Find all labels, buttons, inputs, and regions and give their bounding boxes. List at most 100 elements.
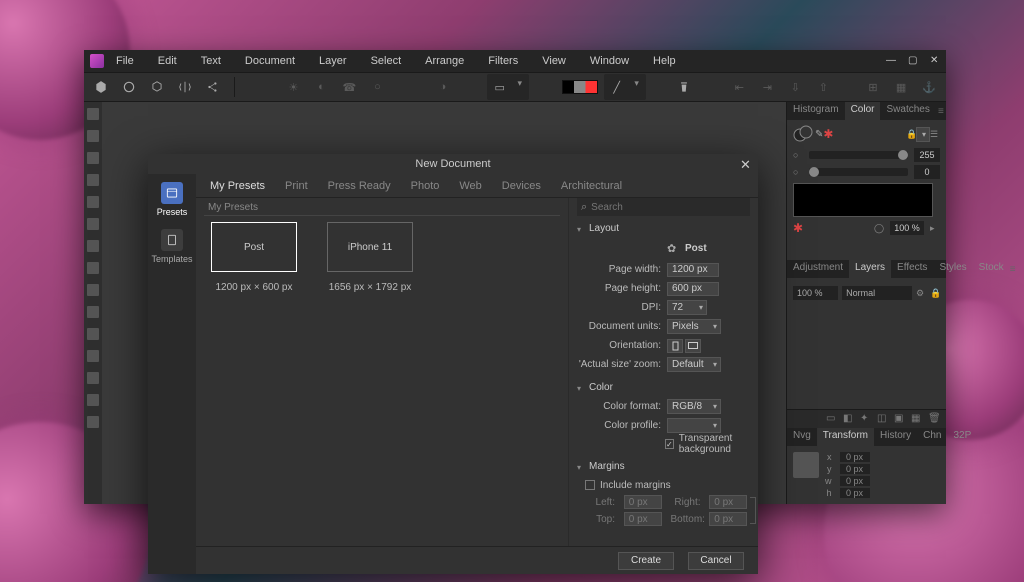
second-value[interactable]: 0 [914,165,940,179]
fg-bg-color-icon[interactable] [793,125,815,143]
zoom-select[interactable]: Default [667,357,721,372]
orientation-portrait-button[interactable] [667,339,683,353]
section-margins[interactable]: ▾Margins [577,458,750,475]
dialog-tab-devices[interactable]: Devices [492,176,551,196]
menu-text[interactable]: Text [201,55,221,67]
units-select[interactable]: Pixels [667,319,721,334]
dialog-tab-architectural[interactable]: Architectural [551,176,632,196]
second-slider[interactable] [809,168,908,176]
menu-document[interactable]: Document [245,55,295,67]
tool-icon[interactable] [87,196,99,208]
tab-adjustment[interactable]: Adjustment [787,260,849,278]
color-profile-select[interactable] [667,418,721,433]
close-button[interactable]: ✕ [930,56,940,66]
tab-history[interactable]: History [874,428,917,446]
toolbar-shape-dropdown[interactable]: ▭▾ [487,74,529,100]
dialog-tab-web[interactable]: Web [449,176,491,196]
group-icon[interactable]: ▣ [894,413,906,425]
adjust-icon[interactable]: ◧ [843,413,855,425]
toolbar-phone-icon[interactable]: ☎ [338,76,360,98]
tool-icon[interactable] [87,394,99,406]
tab-nav[interactable]: Nvg [787,428,817,446]
mask-icon[interactable]: ▭ [826,413,838,425]
persona-cube-icon[interactable] [146,76,168,98]
maximize-button[interactable]: ▢ [908,56,918,66]
tab-effects[interactable]: Effects [891,260,933,278]
menu-help[interactable]: Help [653,55,676,67]
lock-icon[interactable]: 🔒 [930,288,940,298]
tool-icon[interactable] [87,108,99,120]
percent-value[interactable]: 100 % [890,221,924,235]
dialog-title-bar[interactable]: New Document ✕ [148,154,758,174]
include-margins-checkbox[interactable] [585,480,595,490]
toolbar-grid-icon[interactable]: ▦ [890,76,912,98]
margin-top-input[interactable] [624,512,662,526]
trash-icon[interactable]: 🗑 [928,413,940,425]
layers-list[interactable] [787,304,946,409]
w-value[interactable]: 0 px [840,476,870,486]
dialog-tab-print[interactable]: Print [275,176,318,196]
tool-icon[interactable] [87,174,99,186]
cancel-button[interactable]: Cancel [688,552,744,570]
color-preview[interactable] [793,183,933,217]
toolbar-brush-dropdown[interactable]: ╱▾ [604,74,646,100]
link-margins-icon[interactable] [750,497,756,524]
toolbar-trash-icon[interactable] [673,76,695,98]
tab-color[interactable]: Color [845,102,881,120]
tool-icon[interactable] [87,306,99,318]
tool-icon[interactable] [87,130,99,142]
preset-card[interactable]: iPhone 111656 px × 1792 px [320,222,420,293]
search-field[interactable]: ⌕ [577,198,750,216]
menu-file[interactable]: File [116,55,134,67]
dialog-tab-photo[interactable]: Photo [401,176,450,196]
orientation-landscape-button[interactable] [685,339,701,353]
tab-histogram[interactable]: Histogram [787,102,845,120]
add-layer-icon[interactable]: ▦ [911,413,923,425]
toolbar-align-left-icon[interactable]: ⇤ [728,76,750,98]
minimize-button[interactable]: ― [886,56,896,66]
swatch-red-icon[interactable]: ✱ [823,127,833,141]
tab-swatches[interactable]: Swatches [880,102,935,120]
toolbar-snap-icon[interactable]: ⊞ [862,76,884,98]
panel-menu-icon[interactable]: ☰ [930,129,940,139]
noise-icon[interactable]: ◯ [874,223,884,233]
tab-chn[interactable]: Chn [917,428,947,446]
tool-icon[interactable] [87,350,99,362]
anchor-grid-icon[interactable] [793,452,819,478]
chevron-icon[interactable]: ▸ [930,223,940,233]
section-color[interactable]: ▾Color [577,379,750,396]
panel-menu-icon[interactable]: ≡ [1010,260,1016,278]
menu-layer[interactable]: Layer [319,55,347,67]
search-input[interactable] [591,198,750,216]
section-layout[interactable]: ▾Layout [577,220,750,237]
gear-icon[interactable]: ⚙ [916,288,926,298]
tool-icon[interactable] [87,218,99,230]
tool-icon[interactable] [87,152,99,164]
create-button[interactable]: Create [618,552,674,570]
menu-view[interactable]: View [542,55,566,67]
h-value[interactable]: 0 px [840,488,870,498]
preset-card[interactable]: Post1200 px × 600 px [204,222,304,293]
toolbar-half-icon[interactable]: ◑ [432,76,454,98]
margin-left-input[interactable] [624,495,662,509]
opacity-value[interactable]: 255 [914,148,940,162]
persona-circle-icon[interactable] [118,76,140,98]
dpi-select[interactable]: 72 [667,300,707,315]
margin-right-input[interactable] [709,495,747,509]
menu-window[interactable]: Window [590,55,629,67]
toolbar-moon-icon[interactable]: ◐ [310,76,332,98]
blend-mode-dropdown[interactable]: Normal [842,286,912,300]
menu-select[interactable]: Select [371,55,402,67]
menu-filters[interactable]: Filters [488,55,518,67]
page-width-input[interactable] [667,263,719,277]
page-height-input[interactable] [667,282,719,296]
eyedropper-icon[interactable]: ✎ [815,129,823,140]
tool-icon[interactable] [87,328,99,340]
toolbar-align-right-icon[interactable]: ⇥ [756,76,778,98]
tab-32p[interactable]: 32P [947,428,977,446]
toolbar-sun-icon[interactable]: ☀ [282,76,304,98]
gear-icon[interactable]: ✿ [667,242,679,254]
toolbar-circle-icon[interactable]: ○ [366,76,388,98]
tool-icon[interactable] [87,416,99,428]
sidebar-item-templates[interactable]: Templates [151,229,192,264]
